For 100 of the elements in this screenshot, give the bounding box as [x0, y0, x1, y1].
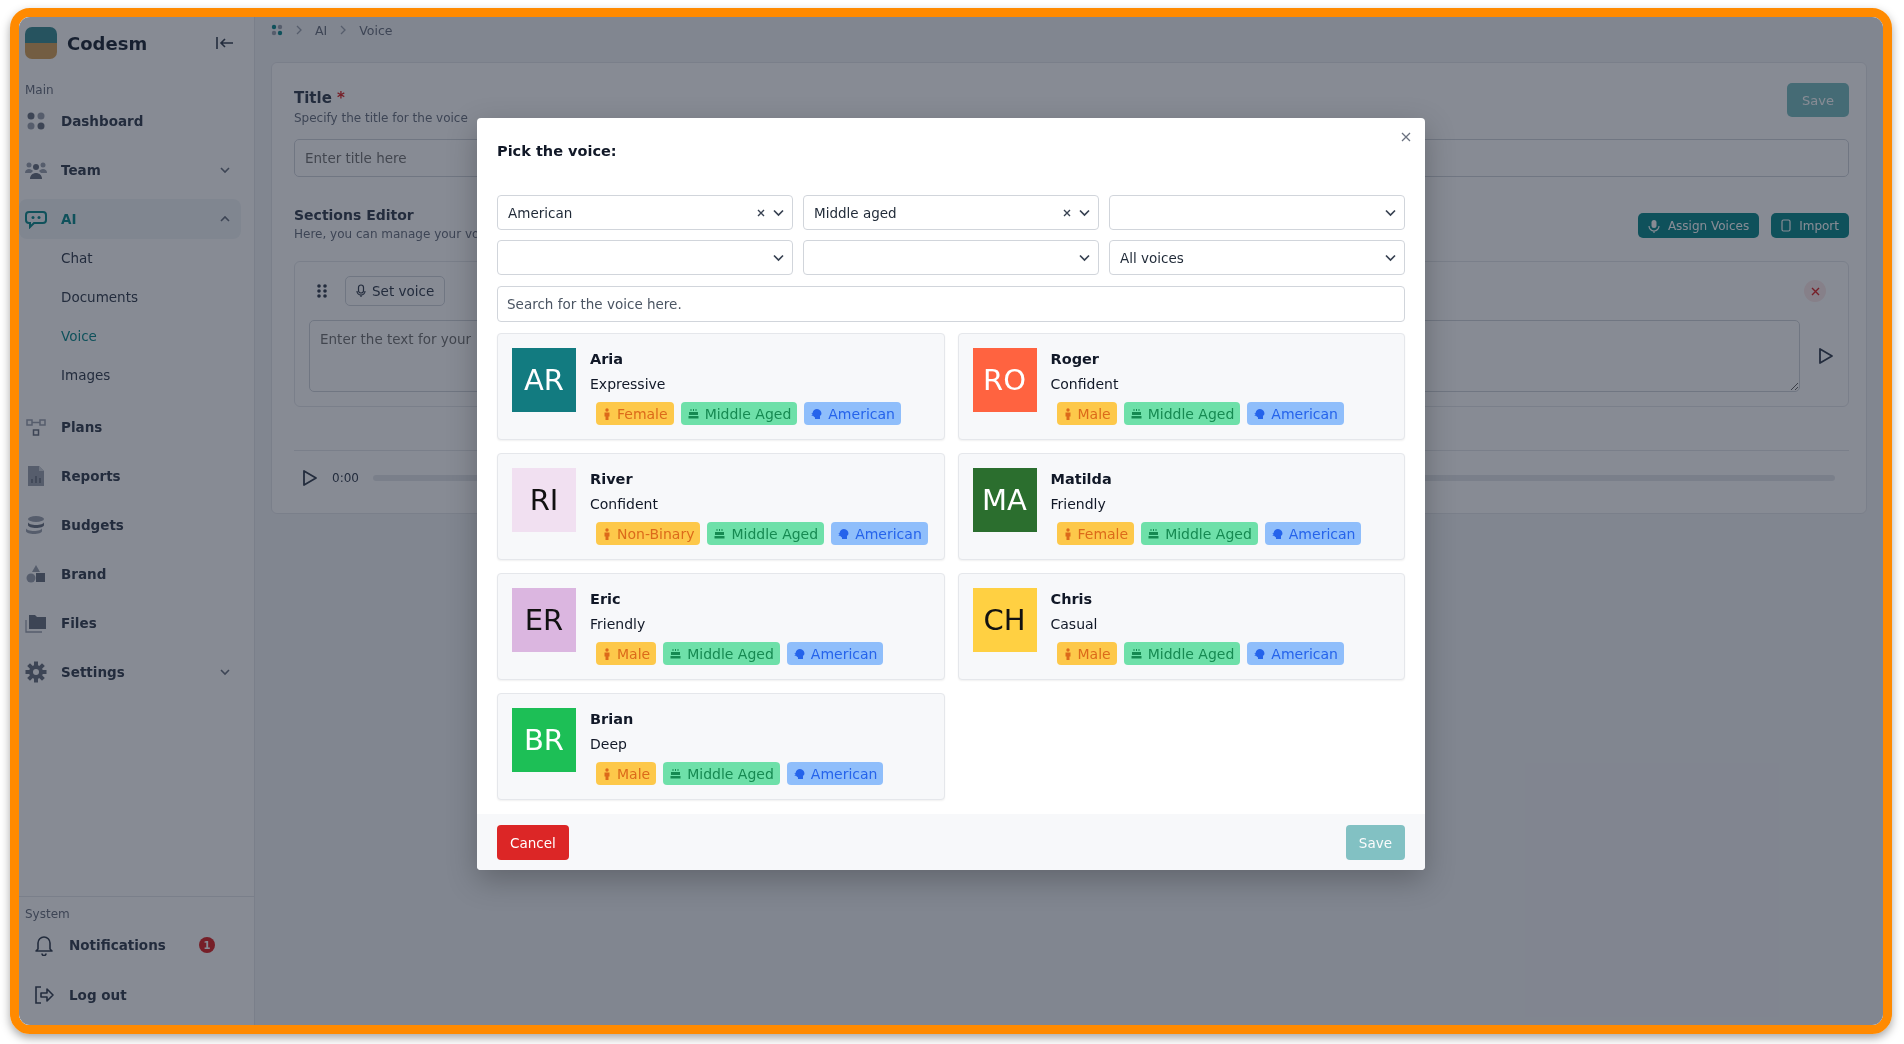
search-field[interactable]: Search for the voice here.: [497, 286, 1405, 322]
sidebar-item[interactable]: AI: [19, 199, 241, 239]
avatar-initials: ER: [512, 588, 576, 652]
cake-icon: [1148, 528, 1160, 539]
filter-dropdown[interactable]: Middle aged: [803, 195, 1099, 230]
sidebar-item[interactable]: Files: [19, 603, 241, 643]
voice-style: Deep: [590, 736, 628, 752]
delete-section-button[interactable]: [1804, 280, 1826, 302]
sidebar-item[interactable]: Dashboard: [19, 101, 241, 141]
voice-tag: American: [831, 522, 928, 545]
person-icon: [603, 407, 611, 420]
chevron-right-icon: [339, 25, 348, 35]
collapse-sidebar-icon[interactable]: [216, 36, 234, 50]
voice-card[interactable]: MA Matilda Friendly Female Middle Aged American: [957, 453, 1405, 560]
sidebar-item[interactable]: Budgets: [19, 505, 241, 545]
voice-tag: American: [804, 402, 901, 425]
head-profile-icon: [811, 407, 823, 420]
import-button[interactable]: Import: [1771, 213, 1849, 238]
voice-tag: American: [1247, 642, 1344, 665]
bell-icon: [34, 934, 54, 956]
avatar-initials: MA: [972, 468, 1037, 532]
sidebar-item[interactable]: Reports: [19, 456, 241, 496]
voice-tag: Male: [596, 642, 657, 665]
voice-tag: Middle Aged: [1141, 522, 1258, 545]
voice-tag: Non-Binary: [596, 522, 701, 545]
voice-tag: Middle Aged: [680, 402, 798, 425]
sidebar-item[interactable]: Log out: [19, 975, 241, 1015]
chevron-down-icon: [1385, 208, 1396, 217]
close-icon[interactable]: [1401, 132, 1411, 142]
shapes-icon: [25, 564, 47, 584]
voice-card[interactable]: CH Chris Casual Male Middle Aged American: [957, 573, 1405, 680]
voice-card[interactable]: AR Aria Expressive Female Middle Aged American: [497, 333, 945, 440]
voice-tag: Middle Aged: [707, 522, 825, 545]
voice-name: Brian: [590, 711, 635, 727]
sidebar-item[interactable]: Team: [19, 150, 241, 190]
voice-tag: Middle Aged: [663, 642, 780, 665]
voice-tag: American: [1264, 522, 1362, 545]
head-profile-icon: [1254, 407, 1266, 420]
voice-tag: Middle Aged: [1123, 402, 1241, 425]
voice-card[interactable]: RO Roger Confident Male Middle Aged American: [957, 333, 1405, 440]
play-icon[interactable]: [302, 469, 318, 487]
sidebar-item[interactable]: Notifications 1: [19, 925, 241, 965]
sidebar-item[interactable]: Settings: [19, 652, 241, 692]
person-icon: [603, 647, 611, 660]
filter-dropdown[interactable]: American: [497, 195, 793, 230]
set-voice-button[interactable]: Set voice: [345, 276, 446, 306]
sidebar-subitem[interactable]: Voice: [61, 326, 97, 346]
head-profile-icon: [793, 767, 805, 780]
sidebar-subitem[interactable]: Images: [61, 365, 111, 385]
cancel-button[interactable]: Cancel: [497, 825, 569, 860]
avatar-initials: RO: [972, 348, 1037, 412]
breadcrumb-link[interactable]: AI: [315, 22, 328, 38]
logout-icon[interactable]: [33, 985, 55, 1005]
folder-icon: [25, 613, 47, 633]
sidebar-item[interactable]: Brand: [19, 554, 241, 594]
person-icon: [603, 767, 611, 780]
play-icon[interactable]: [1818, 347, 1834, 365]
person-icon: [603, 527, 611, 540]
home-icon[interactable]: [271, 24, 283, 36]
voice-style: Casual: [1050, 616, 1099, 632]
breadcrumb-link[interactable]: Voice: [359, 22, 393, 38]
voice-card[interactable]: ER Eric Friendly Male Middle Aged American: [497, 573, 945, 680]
voice-card[interactable]: RI River Confident Non-Binary Middle Aged American: [497, 453, 945, 560]
sidebar-subitem[interactable]: Documents: [61, 287, 138, 307]
person-icon: [1063, 647, 1072, 660]
drag-handle-icon[interactable]: [317, 284, 327, 298]
microphone-icon: [1647, 218, 1660, 233]
voice-tag: Male: [596, 762, 657, 785]
clear-icon[interactable]: [1063, 208, 1071, 217]
filter-dropdown[interactable]: All voices: [1109, 240, 1405, 275]
chevron-down-icon: [773, 253, 784, 262]
voice-tag: Female: [596, 402, 674, 425]
assign-voices-button[interactable]: Assign Voices: [1637, 213, 1760, 238]
chevron-icon[interactable]: [219, 164, 231, 176]
sidebar-subitem[interactable]: Chat: [61, 248, 93, 268]
voice-card[interactable]: BR Brian Deep Male Middle Aged American: [497, 693, 945, 800]
head-profile-icon: [1271, 527, 1283, 540]
avatar-initials: BR: [512, 708, 576, 772]
head-profile-icon: [838, 527, 850, 540]
chevron-icon[interactable]: [219, 666, 231, 678]
voice-name: Eric: [590, 591, 622, 607]
voice-tag: Male: [1056, 402, 1117, 425]
head-profile-icon: [793, 647, 805, 660]
required-mark: *: [337, 89, 345, 107]
cake-icon: [670, 768, 682, 779]
voice-name: Roger: [1050, 351, 1100, 367]
voice-style: Confident: [590, 496, 659, 512]
chat-bubble-icon: [25, 209, 47, 229]
clear-icon[interactable]: [757, 208, 765, 217]
cake-icon: [714, 528, 726, 539]
dialog-title: Pick the voice:: [497, 143, 618, 159]
person-icon: [1063, 527, 1072, 540]
coins-icon: [25, 515, 47, 535]
sidebar-item[interactable]: Plans: [19, 407, 241, 447]
voice-tag: Male: [1056, 642, 1117, 665]
cake-icon: [670, 648, 682, 659]
voice-tag: American: [786, 762, 884, 785]
cake-icon: [1130, 408, 1142, 419]
voice-tag: Middle Aged: [1123, 642, 1241, 665]
field-hint: Specify the title for the voice: [294, 111, 468, 125]
